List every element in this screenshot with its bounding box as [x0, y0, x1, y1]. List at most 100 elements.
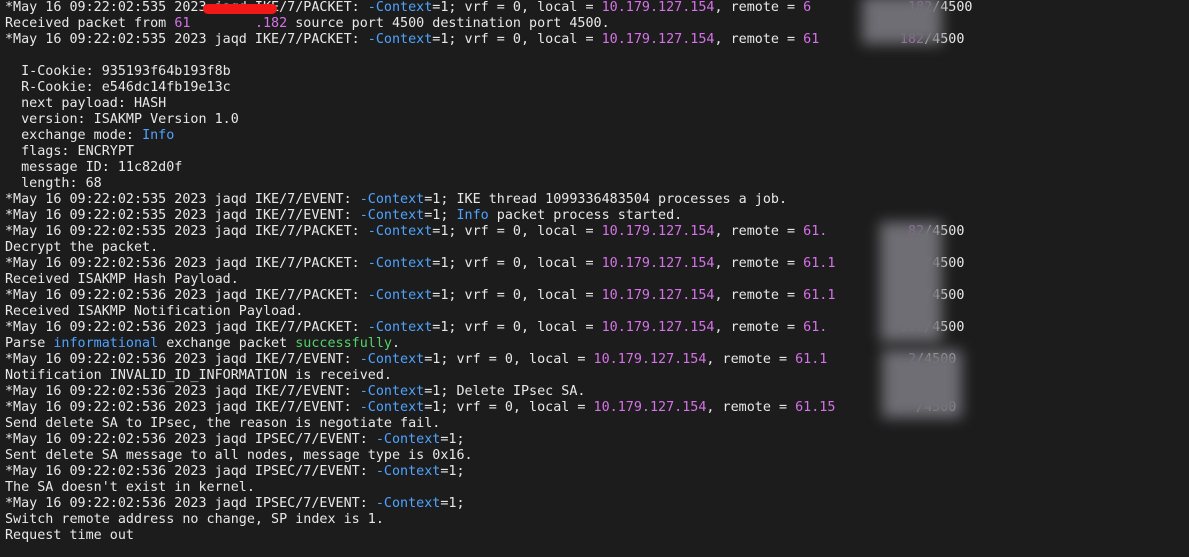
- log-segment: Received ISAKMP Notification Payload.: [5, 304, 304, 319]
- log-segment: *May 16 09:22:02:536 2023 jaqd IKE/7/EVE…: [5, 352, 360, 367]
- log-segment: *May 16 09:22:02:536 2023 jaqd IKE/7/PAC…: [5, 256, 368, 271]
- log-segment: 10.179.127.154: [593, 400, 707, 415]
- log-segment: =1; vrf = 0, local =: [424, 352, 594, 367]
- log-segment: , remote =: [706, 352, 796, 367]
- log-segment: -Context: [367, 288, 433, 303]
- log-line: *May 16 09:22:02:535 2023 jaqd IKE/7/PAC…: [5, 0, 1189, 16]
- log-segment: 61.: [803, 320, 828, 335]
- log-line: *May 16 09:22:02:535 2023 jaqd IKE/7/EVE…: [5, 208, 1189, 224]
- log-segment: 10.179.127.154: [601, 0, 715, 15]
- log-segment: 61.1: [803, 256, 836, 271]
- log-line: Received ISAKMP Hash Payload.: [5, 272, 1189, 288]
- log-segment: -Context: [367, 320, 433, 335]
- log-segment: *May 16 09:22:02:535 2023 jaqd IKE/7/PAC…: [5, 32, 368, 47]
- log-line: *May 16 09:22:02:535 2023 jaqd IKE/7/PAC…: [5, 224, 1189, 240]
- log-segment: =1; vrf = 0, local =: [432, 320, 602, 335]
- log-line: Request time out: [5, 528, 1189, 544]
- red-redaction-mark: [203, 4, 277, 14]
- log-segment: Info: [456, 208, 489, 223]
- log-segment: next payload: HASH: [5, 96, 167, 111]
- log-line: Received ISAKMP Notification Payload.: [5, 304, 1189, 320]
- log-line: *May 16 09:22:02:536 2023 jaqd IKE/7/EVE…: [5, 352, 1189, 368]
- log-segment: =1; vrf = 0, local =: [432, 224, 602, 239]
- log-segment: R-Cookie: e546dc14fb19e13c: [5, 80, 231, 95]
- log-segment: source port 4500 destination port 4500.: [287, 16, 610, 31]
- log-segment: *May 16 09:22:02:536 2023 jaqd IPSEC/7/E…: [5, 464, 376, 479]
- log-line: Send delete SA to IPsec, the reason is n…: [5, 416, 1189, 432]
- log-segment: 10.179.127.154: [601, 288, 715, 303]
- log-segment: =1;: [424, 208, 457, 223]
- log-line: *May 16 09:22:02:536 2023 jaqd IKE/7/EVE…: [5, 400, 1189, 416]
- log-line: version: ISAKMP Version 1.0: [5, 112, 1189, 128]
- log-segment: 61.1: [795, 352, 828, 367]
- log-segment: message ID: 11c82d0f: [5, 160, 183, 175]
- log-segment: -Context: [359, 352, 425, 367]
- log-line: *May 16 09:22:02:536 2023 jaqd IKE/7/PAC…: [5, 288, 1189, 304]
- blur-redaction-lower: [882, 350, 962, 418]
- log-segment: 61: [803, 32, 820, 47]
- log-segment: =1; Delete IPsec SA.: [424, 384, 586, 399]
- log-segment: Sent delete SA message to all nodes, mes…: [5, 448, 473, 463]
- blur-redaction-top: [862, 0, 942, 44]
- log-segment: *May 16 09:22:02:535 2023 jaqd IKE/7/EVE…: [5, 192, 360, 207]
- log-line: Switch remote address no change, SP inde…: [5, 512, 1189, 528]
- log-segment: Parse: [5, 336, 54, 351]
- log-segment: exchange mode:: [5, 128, 143, 143]
- log-segment: version: ISAKMP Version 1.0: [5, 112, 239, 127]
- log-line: message ID: 11c82d0f: [5, 160, 1189, 176]
- log-line: length: 68: [5, 176, 1189, 192]
- log-segment: .182: [254, 16, 288, 31]
- log-segment: , remote =: [714, 32, 804, 47]
- terminal-output[interactable]: *May 16 09:22:02:535 2023 jaqd IKE/7/PAC…: [5, 0, 1189, 544]
- log-segment: 10.179.127.154: [601, 320, 715, 335]
- log-segment: -Context: [367, 256, 433, 271]
- log-segment: I-Cookie: 935193f64b193f8b: [5, 64, 231, 79]
- log-segment: exchange packet: [158, 336, 296, 351]
- log-segment: *May 16 09:22:02:535 2023 jaqd IKE/7/PAC…: [5, 0, 368, 15]
- log-segment: *May 16 09:22:02:536 2023 jaqd IPSEC/7/E…: [5, 496, 376, 511]
- log-line: *May 16 09:22:02:536 2023 jaqd IPSEC/7/E…: [5, 464, 1189, 480]
- log-segment: [190, 16, 255, 31]
- log-segment: =1; vrf = 0, local =: [432, 256, 602, 271]
- log-segment: =1; vrf = 0, local =: [424, 400, 594, 415]
- log-line: *May 16 09:22:02:536 2023 jaqd IKE/7/EVE…: [5, 384, 1189, 400]
- log-segment: 61.: [803, 224, 828, 239]
- log-segment: Notification INVALID_ID_INFORMATION is r…: [5, 368, 392, 383]
- log-line: *May 16 09:22:02:536 2023 jaqd IKE/7/PAC…: [5, 256, 1189, 272]
- log-segment: successfully: [295, 336, 392, 351]
- log-segment: =1; vrf = 0, local =: [432, 0, 602, 15]
- log-segment: -Context: [375, 496, 441, 511]
- log-segment: Send delete SA to IPsec, the reason is n…: [5, 416, 441, 431]
- log-segment: , remote =: [714, 320, 804, 335]
- log-line: *May 16 09:22:02:536 2023 jaqd IPSEC/7/E…: [5, 496, 1189, 512]
- log-segment: *May 16 09:22:02:536 2023 jaqd IKE/7/EVE…: [5, 384, 360, 399]
- log-segment: -Context: [375, 464, 441, 479]
- log-segment: Received packet from: [5, 16, 175, 31]
- log-segment: Info: [142, 128, 175, 143]
- log-line: *May 16 09:22:02:535 2023 jaqd IKE/7/EVE…: [5, 192, 1189, 208]
- log-segment: *May 16 09:22:02:535 2023 jaqd IKE/7/PAC…: [5, 224, 368, 239]
- log-segment: 10.179.127.154: [593, 352, 707, 367]
- log-segment: *May 16 09:22:02:536 2023 jaqd IKE/7/PAC…: [5, 288, 368, 303]
- log-segment: =1;: [440, 464, 465, 479]
- log-line: *May 16 09:22:02:536 2023 jaqd IPSEC/7/E…: [5, 432, 1189, 448]
- log-line: flags: ENCRYPT: [5, 144, 1189, 160]
- log-line: Decrypt the packet.: [5, 240, 1189, 256]
- log-segment: .: [392, 336, 401, 351]
- log-segment: =1;: [440, 432, 465, 447]
- log-line: Parse informational exchange packet succ…: [5, 336, 1189, 352]
- log-segment: -Context: [359, 208, 425, 223]
- log-segment: , remote =: [706, 400, 796, 415]
- log-segment: 61.1: [803, 288, 836, 303]
- log-segment: 61: [174, 16, 191, 31]
- log-segment: =1; vrf = 0, local =: [432, 288, 602, 303]
- log-segment: =1;: [440, 496, 465, 511]
- log-segment: packet process started.: [488, 208, 683, 223]
- log-segment: Switch remote address no change, SP inde…: [5, 512, 384, 527]
- log-segment: Request time out: [5, 528, 134, 543]
- log-segment: flags: ENCRYPT: [5, 144, 134, 159]
- log-segment: -Context: [359, 192, 425, 207]
- log-segment: *May 16 09:22:02:536 2023 jaqd IPSEC/7/E…: [5, 432, 376, 447]
- log-segment: =1; IKE thread 1099336483504 processes a…: [424, 192, 788, 207]
- log-segment: -Context: [359, 384, 425, 399]
